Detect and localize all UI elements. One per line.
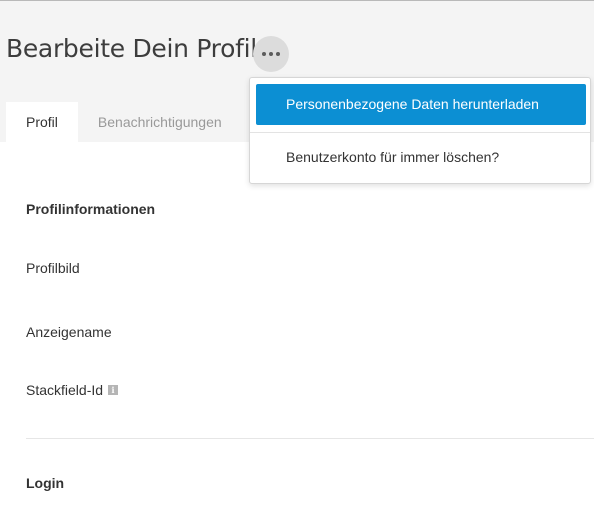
- login-heading: Login: [26, 475, 65, 491]
- tab-profil[interactable]: Profil: [6, 102, 78, 143]
- section-divider: [26, 438, 594, 439]
- tab-benachrichtigungen[interactable]: Benachrichtigungen: [78, 102, 242, 143]
- more-options-button[interactable]: [253, 36, 289, 72]
- more-horizontal-icon: [262, 52, 280, 56]
- profile-info-heading: Profilinformationen: [26, 201, 156, 217]
- page-title: Bearbeite Dein Profil: [6, 34, 257, 63]
- info-icon[interactable]: i: [108, 385, 119, 395]
- dropdown-divider: [250, 132, 590, 133]
- profile-tabs: Profil Benachrichtigungen: [6, 102, 242, 143]
- more-options-dropdown: Personenbezogene Daten herunterladen Ben…: [249, 77, 591, 184]
- download-personal-data-item[interactable]: Personenbezogene Daten herunterladen: [256, 84, 586, 125]
- delete-account-item[interactable]: Benutzerkonto für immer löschen?: [256, 137, 586, 178]
- display-name-label: Anzeigename: [26, 324, 112, 340]
- stackfield-id-row: Stackfield-Id i: [26, 382, 119, 398]
- stackfield-id-label: Stackfield-Id: [26, 382, 104, 398]
- profile-picture-label: Profilbild: [26, 260, 80, 276]
